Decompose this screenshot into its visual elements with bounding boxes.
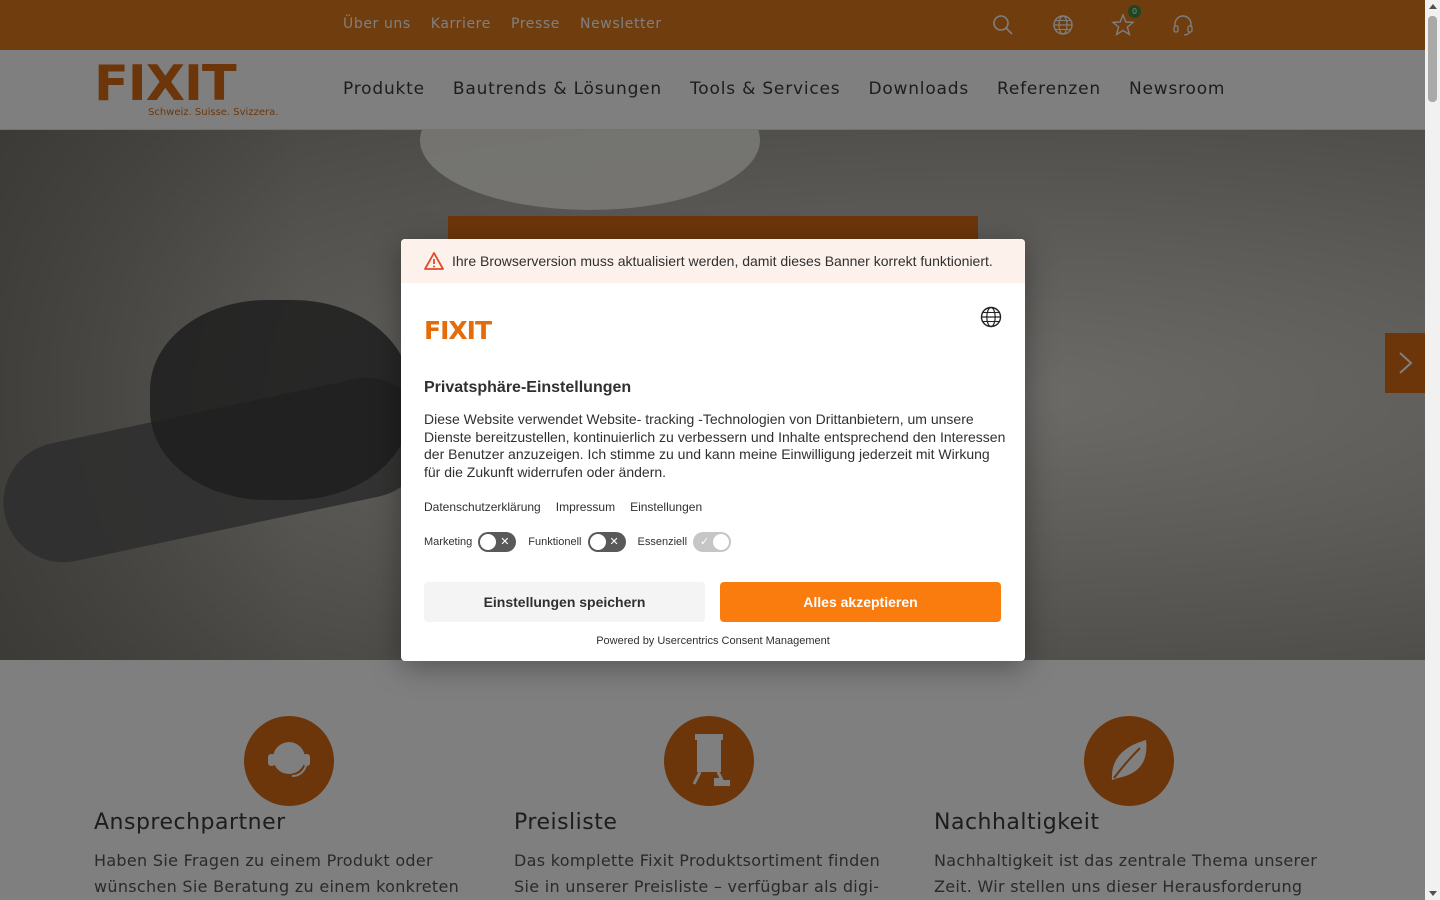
marketing-toggle[interactable]: ✕ bbox=[478, 532, 517, 552]
toggle-knob bbox=[713, 534, 730, 550]
check-icon: ✓ bbox=[700, 535, 710, 548]
consent-toggles: Marketing ✕ Funktionell ✕ Essenziell ✓ bbox=[424, 532, 743, 552]
consent-dialog: Ihre Browserversion muss aktualisiert we… bbox=[401, 239, 1025, 661]
consent-description: Diese Website verwendet Website- trackin… bbox=[424, 411, 1006, 480]
scroll-up-arrow[interactable] bbox=[1429, 4, 1437, 9]
close-icon: ✕ bbox=[500, 535, 510, 548]
close-icon: ✕ bbox=[609, 535, 619, 548]
toggle-label: Funktionell bbox=[528, 536, 582, 548]
link-impressum[interactable]: Impressum bbox=[556, 500, 615, 514]
link-einstellungen[interactable]: Einstellungen bbox=[630, 500, 702, 514]
consent-links: Datenschutzerklärung Impressum Einstellu… bbox=[424, 500, 702, 514]
language-globe-icon[interactable] bbox=[980, 306, 1002, 328]
toggle-knob bbox=[589, 534, 606, 550]
toggle-knob bbox=[480, 534, 497, 550]
toggle-label: Essenziell bbox=[637, 536, 688, 548]
consent-title: Privatsphäre-Einstellungen bbox=[424, 379, 632, 396]
toggle-group-marketing: Marketing ✕ bbox=[424, 532, 517, 552]
browser-warning-banner: Ihre Browserversion muss aktualisiert we… bbox=[401, 239, 1025, 283]
save-settings-button[interactable]: Einstellungen speichern bbox=[424, 582, 705, 622]
scroll-down-arrow[interactable] bbox=[1429, 891, 1437, 896]
powered-by-text[interactable]: Powered by Usercentrics Consent Manageme… bbox=[401, 635, 1025, 647]
link-datenschutz[interactable]: Datenschutzerklärung bbox=[424, 500, 541, 514]
funktionell-toggle[interactable]: ✕ bbox=[587, 532, 626, 552]
page-scrollbar[interactable] bbox=[1425, 0, 1440, 900]
toggle-group-essenziell: Essenziell ✓ bbox=[638, 532, 732, 552]
toggle-label: Marketing bbox=[424, 536, 473, 548]
toggle-group-funktionell: Funktionell ✕ bbox=[528, 532, 626, 552]
scroll-thumb[interactable] bbox=[1428, 16, 1437, 102]
consent-logo: FIXIT bbox=[424, 316, 492, 345]
browser-warning-text: Ihre Browserversion muss aktualisiert we… bbox=[452, 253, 993, 269]
essenziell-toggle: ✓ bbox=[693, 532, 732, 552]
accept-all-button[interactable]: Alles akzeptieren bbox=[720, 582, 1001, 622]
warning-icon bbox=[424, 252, 444, 270]
